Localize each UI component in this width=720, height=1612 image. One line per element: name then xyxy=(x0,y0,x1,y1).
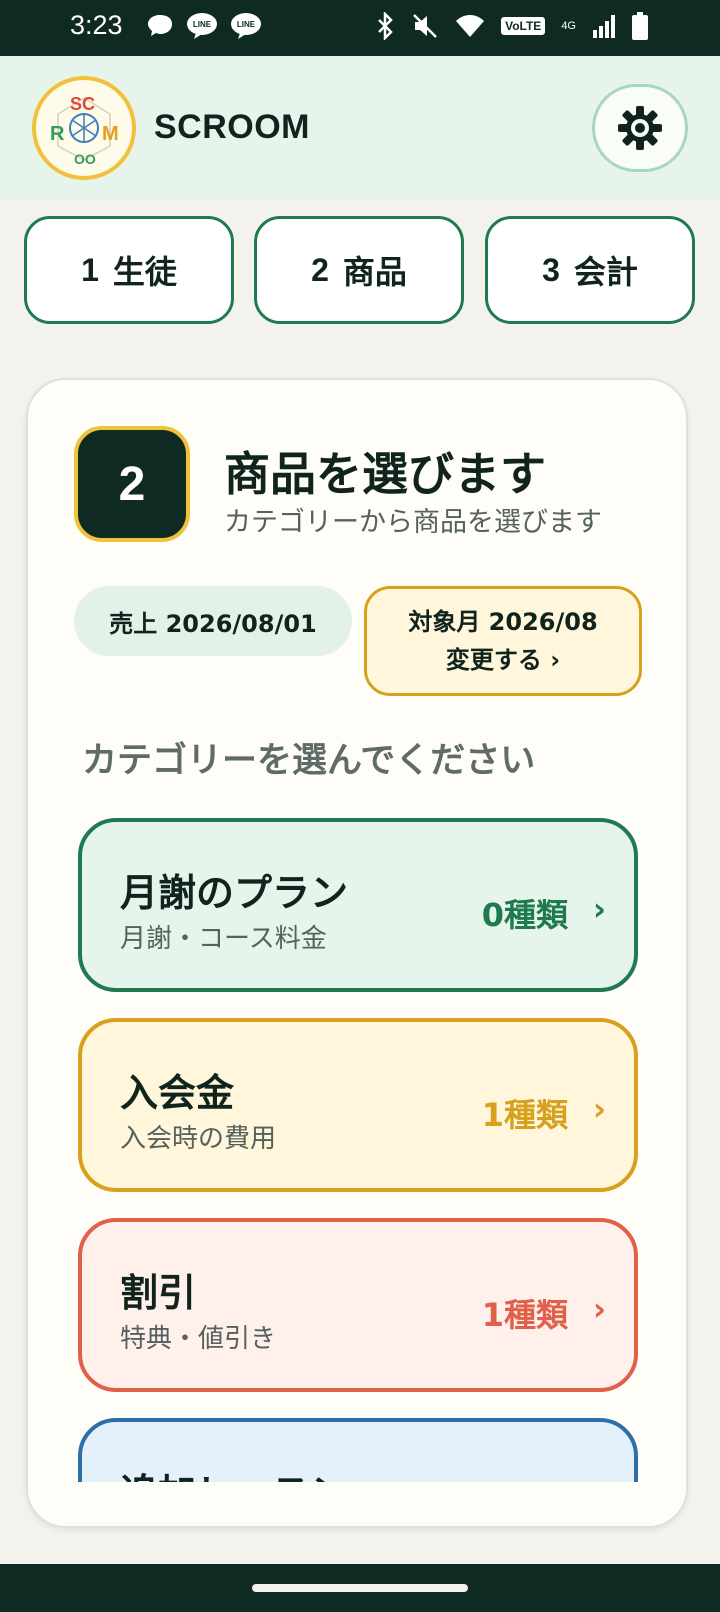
category-description: 入会時の費用 xyxy=(120,1124,277,1154)
category-title: 割引 xyxy=(120,1271,197,1315)
chevron-right-icon: › xyxy=(592,890,606,928)
line-app-icon: LINE xyxy=(187,13,217,39)
notification-icons: LINE LINE xyxy=(146,12,262,40)
category-entry-fee[interactable]: 入会金 入会時の費用 1種類 › xyxy=(78,1018,638,1192)
home-gesture-handle[interactable] xyxy=(252,1584,468,1592)
app-title: SCROOM xyxy=(154,108,310,146)
step-number: 3 xyxy=(542,251,560,288)
category-description: 月謝・コース料金 xyxy=(120,924,327,954)
svg-text:SC: SC xyxy=(70,94,95,114)
page-subtitle: カテゴリーから商品を選びます xyxy=(224,507,602,538)
category-title: 入会金 xyxy=(120,1071,235,1115)
target-month-button[interactable]: 対象月 2026/08 変更する › xyxy=(364,586,642,696)
scroll-clip xyxy=(28,1482,686,1526)
category-description: 特典・値引き xyxy=(120,1324,277,1354)
chevron-right-icon: › xyxy=(592,1090,606,1128)
step-tab-checkout[interactable]: 3 会計 xyxy=(485,216,695,324)
page-title: 商品を選びます xyxy=(224,447,546,501)
svg-text:OO: OO xyxy=(74,151,96,167)
svg-text:M: M xyxy=(102,123,119,145)
wifi-icon xyxy=(456,15,485,37)
chevron-right-icon: › xyxy=(592,1290,606,1328)
sales-date-pill: 売上 2026/08/01 xyxy=(74,586,352,656)
svg-text:R: R xyxy=(50,123,65,145)
category-count: 0種類 xyxy=(481,896,568,934)
svg-text:LINE: LINE xyxy=(193,20,212,29)
product-selection-card: 2 商品を選びます カテゴリーから商品を選びます 売上 2026/08/01 対… xyxy=(26,378,688,1528)
status-bar: 3:23 LINE LINE VoLTE 4G xyxy=(0,0,720,56)
step-label: 生徒 xyxy=(112,253,177,291)
change-month-label: 変更する › xyxy=(445,646,561,674)
step-number: 1 xyxy=(81,251,99,288)
category-count: 1種類 xyxy=(481,1096,568,1134)
scroom-logo-icon: SC R OO M xyxy=(50,94,119,167)
mute-icon xyxy=(413,14,437,38)
category-discount[interactable]: 割引 特典・値引き 1種類 › xyxy=(78,1218,638,1392)
settings-button[interactable] xyxy=(592,84,688,172)
category-prompt: カテゴリーを選んでください xyxy=(82,741,536,781)
category-title: 月謝のプラン xyxy=(120,871,349,915)
signal-icon xyxy=(593,15,615,38)
system-icons: VoLTE 4G xyxy=(375,12,648,40)
target-month-label: 対象月 2026/08 xyxy=(408,608,598,636)
app-header: SC R OO M SCROOM xyxy=(0,56,720,200)
app-logo: SC R OO M xyxy=(32,76,136,180)
step-number: 2 xyxy=(311,251,329,288)
volte-badge: VoLTE xyxy=(501,17,546,35)
battery-icon xyxy=(632,12,648,40)
step-tab-products[interactable]: 2 商品 xyxy=(254,216,464,324)
network-type: 4G xyxy=(561,20,576,32)
step-tab-students[interactable]: 1 生徒 xyxy=(24,216,234,324)
category-monthly-plan[interactable]: 月謝のプラン 月謝・コース料金 0種類 › xyxy=(78,818,638,992)
category-count: 1種類 xyxy=(481,1296,568,1334)
chat-bubble-icon xyxy=(148,15,172,36)
status-time: 3:23 xyxy=(70,10,123,40)
step-label: 会計 xyxy=(573,253,638,291)
step-badge: 2 xyxy=(74,426,190,542)
line-app-icon: LINE xyxy=(231,13,261,39)
gear-icon xyxy=(618,106,662,150)
step-label: 商品 xyxy=(342,253,407,291)
bluetooth-icon xyxy=(378,12,393,40)
svg-text:LINE: LINE xyxy=(237,20,256,29)
